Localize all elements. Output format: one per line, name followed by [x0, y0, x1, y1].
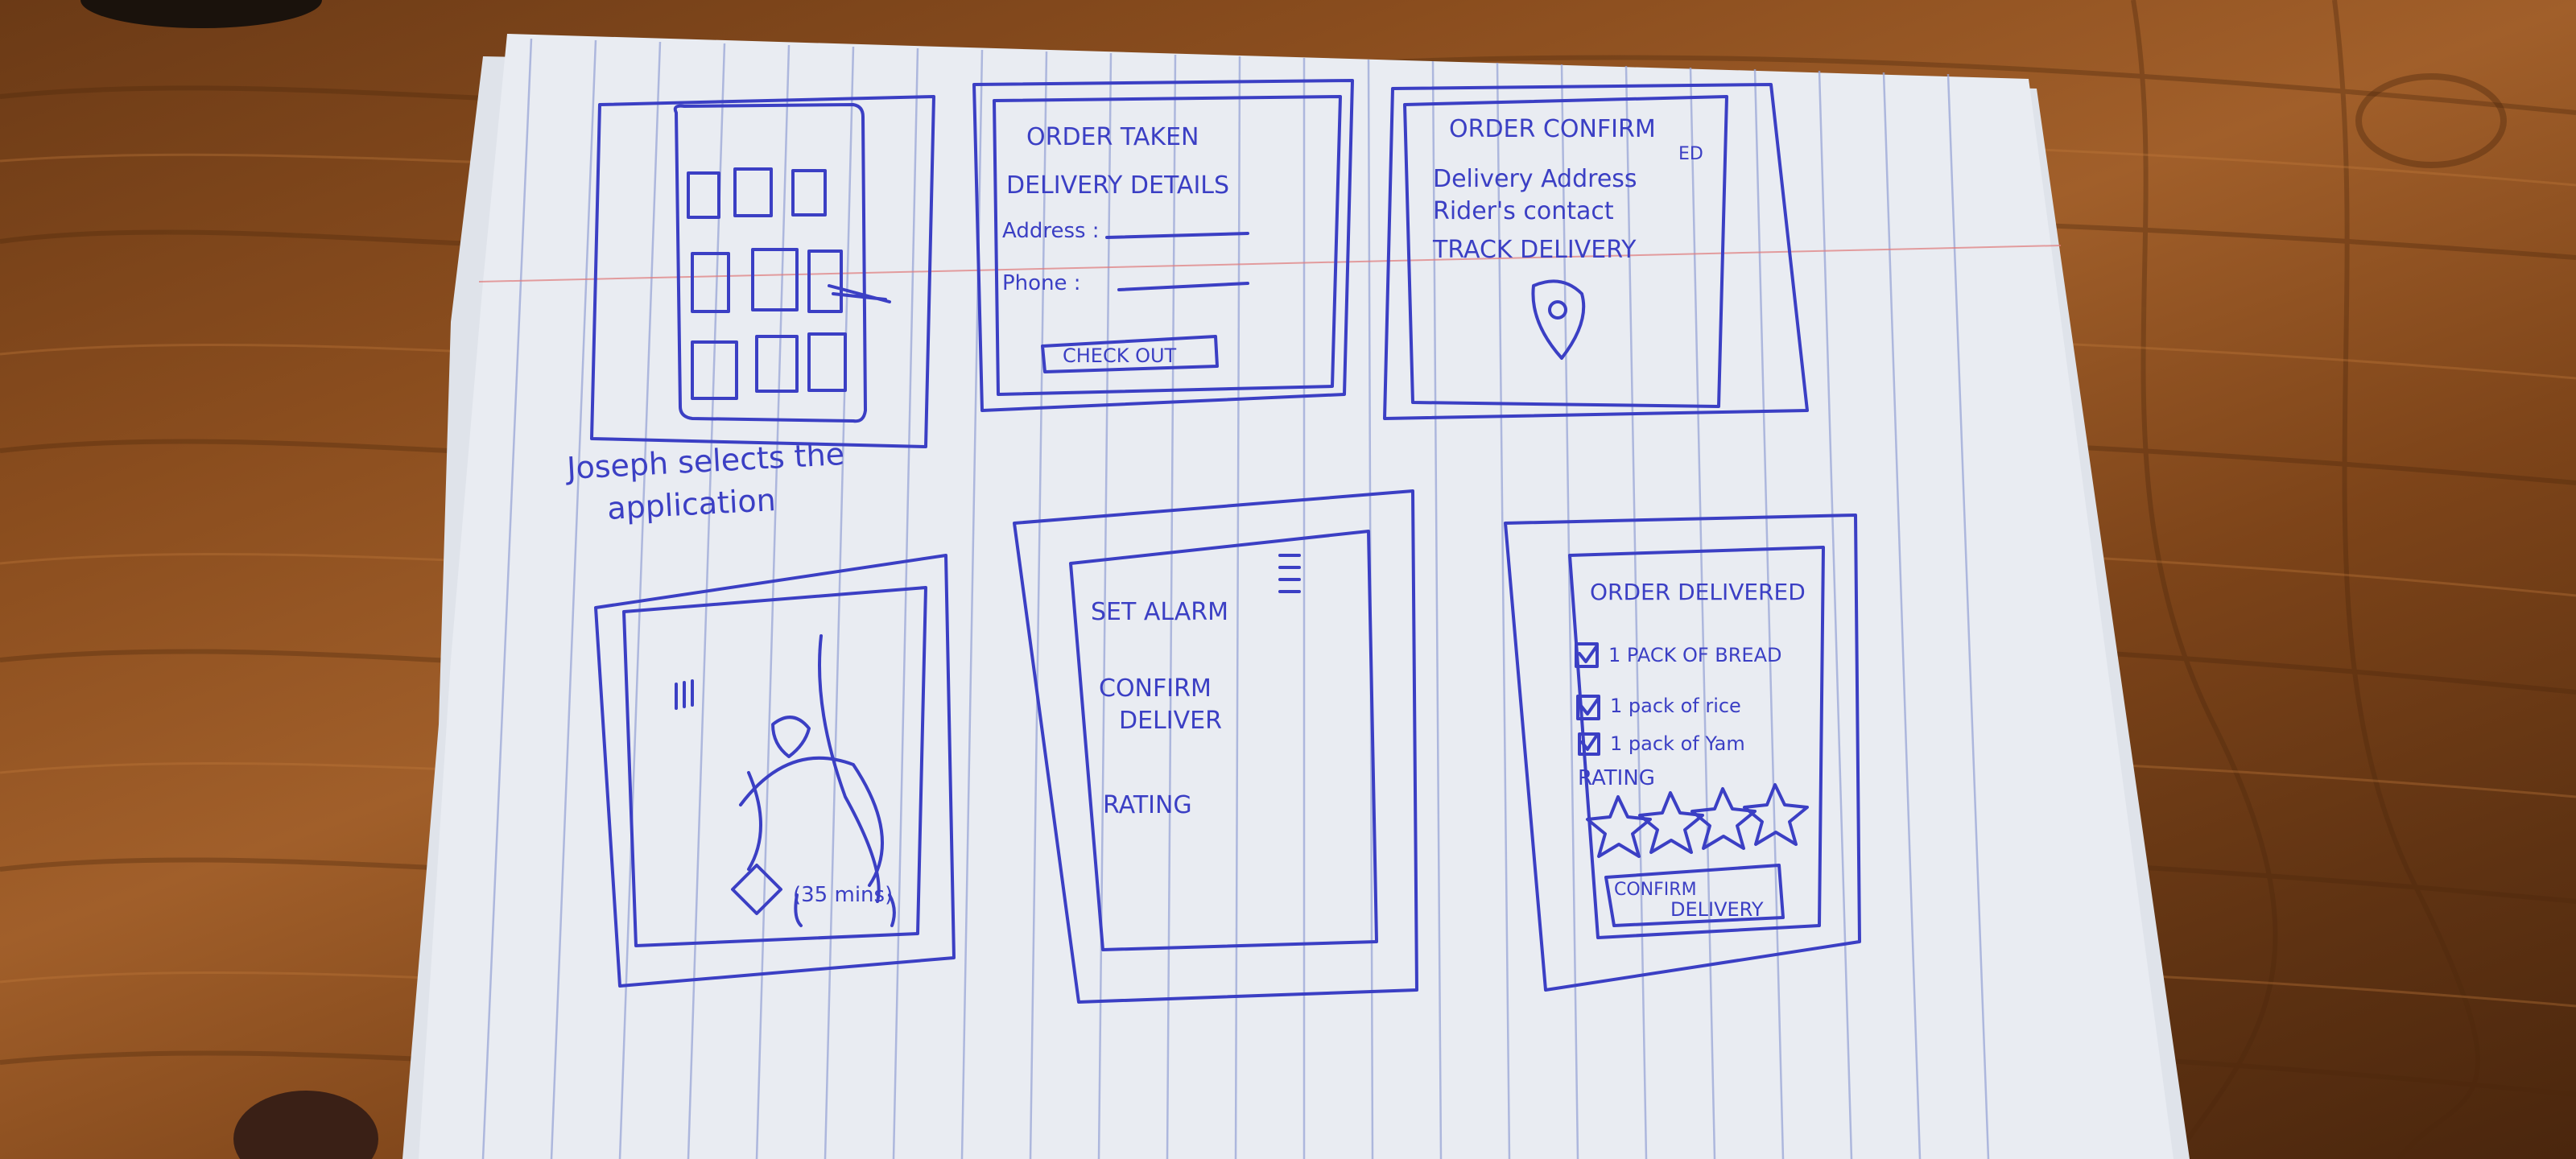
- rating-menu-label: RATING: [1103, 791, 1192, 819]
- rating-label: RATING: [1578, 766, 1655, 790]
- check-out-button-label: CHECK OUT: [1063, 344, 1177, 367]
- delivered-item-2: 1 pack of rice: [1610, 695, 1741, 717]
- track-delivery-label: TRACK DELIVERY: [1432, 236, 1637, 264]
- riders-contact-label: Rider's contact: [1433, 197, 1614, 225]
- confirm-delivery-button-line-1: CONFIRM: [1614, 880, 1697, 900]
- order-confirmed-title-end: ED: [1678, 144, 1703, 164]
- set-alarm-label: SET ALARM: [1091, 598, 1228, 626]
- order-taken-title: ORDER TAKEN: [1026, 123, 1199, 151]
- phone-label: Phone :: [1002, 271, 1081, 295]
- delivered-item-3: 1 pack of Yam: [1610, 732, 1745, 755]
- confirm-delivery-button-line-2: DELIVERY: [1670, 898, 1764, 921]
- order-confirmed-title: ORDER CONFIRM: [1449, 115, 1656, 143]
- eta-label: (35 mins): [793, 883, 893, 907]
- confirm-deliver-label-2: DELIVER: [1119, 707, 1222, 735]
- delivered-item-1: 1 PACK OF BREAD: [1608, 644, 1781, 666]
- delivery-address-label: Delivery Address: [1433, 165, 1637, 193]
- confirm-deliver-label: CONFIRM: [1099, 674, 1212, 703]
- order-delivered-title: ORDER DELIVERED: [1590, 579, 1806, 605]
- address-label: Address :: [1002, 219, 1100, 243]
- delivery-details-label: DELIVERY DETAILS: [1006, 171, 1229, 200]
